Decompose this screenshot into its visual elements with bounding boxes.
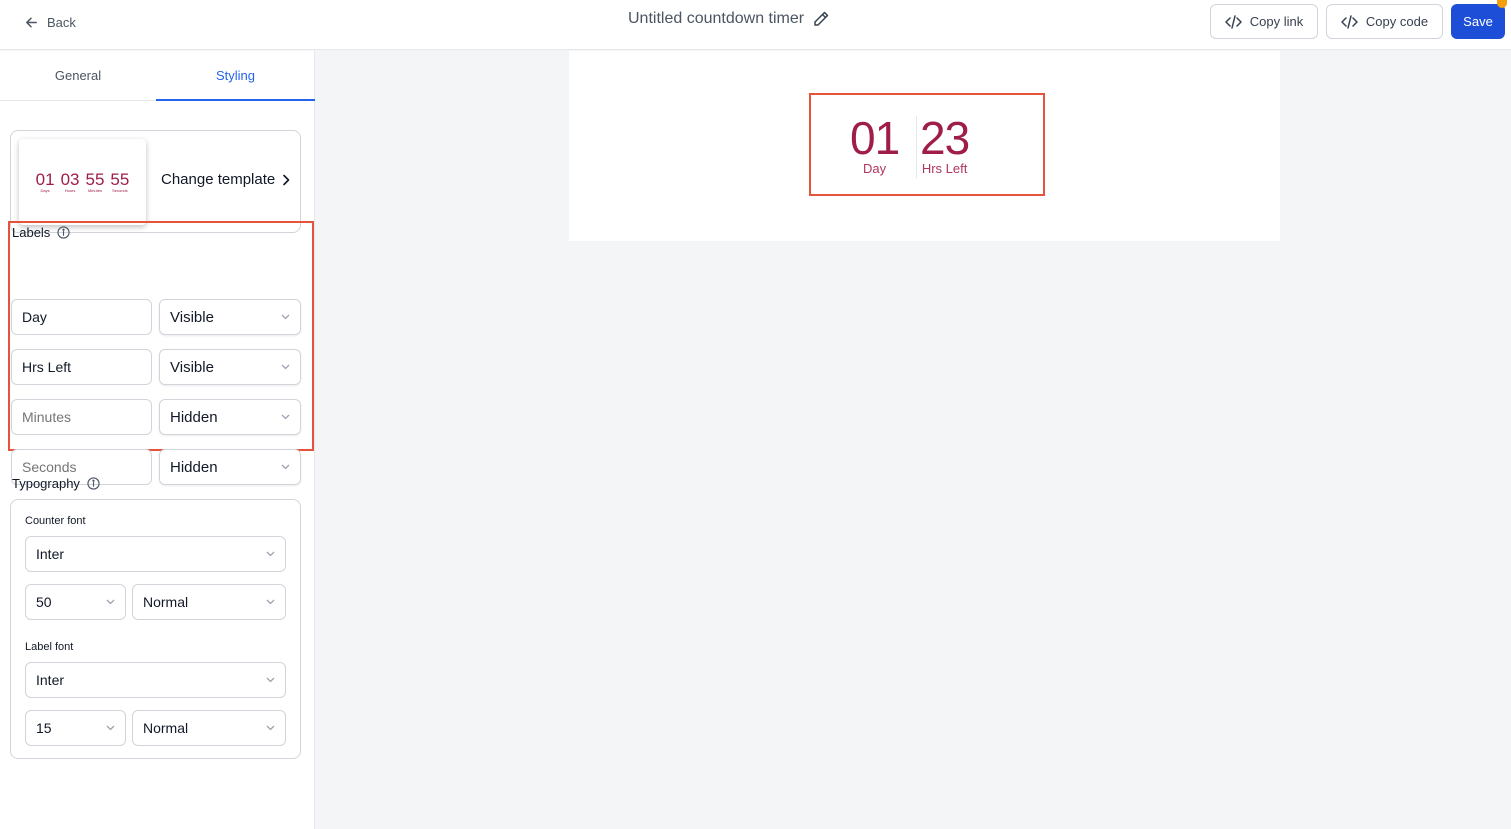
timer-divider <box>916 116 917 178</box>
info-icon[interactable] <box>57 226 70 239</box>
timer-unit-hours: 23 Hrs Left <box>920 112 970 177</box>
timer-hours-value: 23 <box>920 112 970 164</box>
select-value: 50 <box>36 594 52 610</box>
timer-title-group: Untitled countdown timer <box>628 10 830 28</box>
labels-title: Labels <box>12 225 51 240</box>
minutes-visibility-select[interactable]: Hidden <box>159 399 301 435</box>
tab-styling[interactable]: Styling <box>156 51 315 101</box>
counter-size-select[interactable]: 50 <box>25 584 126 620</box>
timer-hours-label: Hrs Left <box>921 161 968 176</box>
code-icon <box>1341 14 1358 29</box>
chevron-right-icon <box>283 174 290 185</box>
typography-panel: Counter font Inter 50 Normal Label font … <box>10 499 301 759</box>
label-row-hours: Visible <box>11 349 301 385</box>
chevron-down-icon <box>266 677 275 683</box>
change-template-label: Change template <box>161 171 276 188</box>
timer-unit-day: 01 Day <box>850 112 900 177</box>
chevron-down-icon <box>106 725 115 731</box>
select-value: Inter <box>36 546 65 562</box>
typography-title: Typography <box>12 476 80 491</box>
day-label-input[interactable] <box>11 299 152 335</box>
copy-code-label: Copy code <box>1365 14 1429 29</box>
thumb-unit: 03 Hours <box>60 170 80 193</box>
chevron-down-icon <box>106 599 115 605</box>
page-title: Untitled countdown timer <box>628 10 805 27</box>
back-button[interactable]: Back <box>24 12 76 32</box>
copy-code-button[interactable]: Copy code <box>1326 4 1443 39</box>
label-weight-select[interactable]: Normal <box>132 710 286 746</box>
notification-dot <box>1497 0 1507 8</box>
select-value: Normal <box>143 594 189 610</box>
hours-label-input[interactable] <box>11 349 152 385</box>
select-value: Hidden <box>170 458 218 476</box>
copy-link-label: Copy link <box>1249 14 1304 29</box>
copy-link-button[interactable]: Copy link <box>1210 4 1318 39</box>
day-visibility-select[interactable]: Visible <box>159 299 301 335</box>
label-font-label: Label font <box>25 641 74 653</box>
pencil-icon[interactable] <box>812 10 830 28</box>
typography-heading: Typography <box>12 476 100 491</box>
top-bar: Back Untitled countdown timer Copy link … <box>0 0 1511 50</box>
arrow-left-icon <box>26 17 37 27</box>
select-value: 15 <box>36 720 52 736</box>
counter-font-select[interactable]: Inter <box>25 536 286 572</box>
select-value: Hidden <box>170 408 218 426</box>
label-size-select[interactable]: 15 <box>25 710 126 746</box>
template-card[interactable]: 01 Days 03 Hours 55 Minutes 55 Seconds Chang… <box>10 130 301 233</box>
label-font-select[interactable]: Inter <box>25 662 286 698</box>
chevron-down-icon <box>266 551 275 557</box>
thumb-unit: 55 Seconds <box>110 170 130 193</box>
label-row-minutes: Hidden <box>11 399 301 435</box>
chevron-down-icon <box>266 599 275 605</box>
counter-weight-select[interactable]: Normal <box>132 584 286 620</box>
template-thumbnail: 01 Days 03 Hours 55 Minutes 55 Seconds <box>19 139 146 225</box>
chevron-down-icon <box>281 464 290 470</box>
seconds-visibility-select[interactable]: Hidden <box>159 449 301 485</box>
select-value: Normal <box>143 720 189 736</box>
timer-day-label: Day <box>863 161 887 176</box>
counter-font-label: Counter font <box>25 515 86 527</box>
timer-day-value: 01 <box>850 112 900 164</box>
code-icon <box>1225 14 1242 29</box>
label-row-day: Visible <box>11 299 301 335</box>
save-button[interactable]: Save <box>1451 4 1505 39</box>
chevron-down-icon <box>281 414 290 420</box>
minutes-label-input[interactable] <box>11 399 152 435</box>
chevron-down-icon <box>266 725 275 731</box>
chevron-down-icon <box>281 364 290 370</box>
chevron-down-icon <box>281 314 290 320</box>
labels-heading: Labels <box>12 225 70 240</box>
back-label: Back <box>47 14 76 30</box>
thumb-unit: 01 Days <box>35 170 55 193</box>
select-value: Inter <box>36 672 65 688</box>
select-value: Visible <box>170 308 214 326</box>
tab-general[interactable]: General <box>0 51 156 101</box>
thumb-unit: 55 Minutes <box>85 170 105 193</box>
info-icon[interactable] <box>87 477 100 490</box>
change-template-link[interactable]: Change template <box>161 171 291 188</box>
select-value: Visible <box>170 358 214 376</box>
hours-visibility-select[interactable]: Visible <box>159 349 301 385</box>
